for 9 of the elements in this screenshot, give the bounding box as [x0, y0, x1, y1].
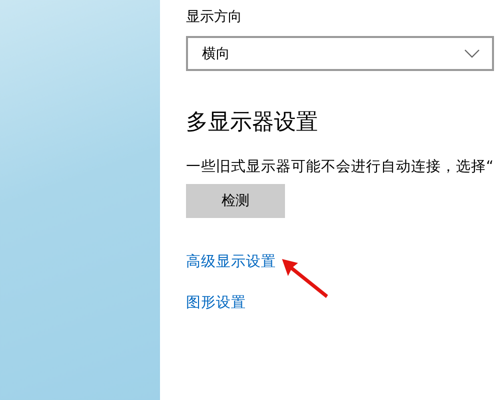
- field-label: 显示方向: [186, 8, 242, 26]
- section-heading: 多显示器设置: [186, 109, 318, 137]
- settings-link[interactable]: 图形设置: [186, 293, 246, 312]
- arrow-icon: [282, 259, 330, 299]
- orientation-dropdown[interactable]: 横向: [186, 36, 494, 71]
- chevron-down-icon: [464, 49, 480, 58]
- description-text: 一些旧式显示器可能不会进行自动连接，选择“: [186, 158, 494, 176]
- detect-button[interactable]: 检测: [186, 184, 285, 218]
- settings-link[interactable]: 高级显示设置: [186, 252, 276, 271]
